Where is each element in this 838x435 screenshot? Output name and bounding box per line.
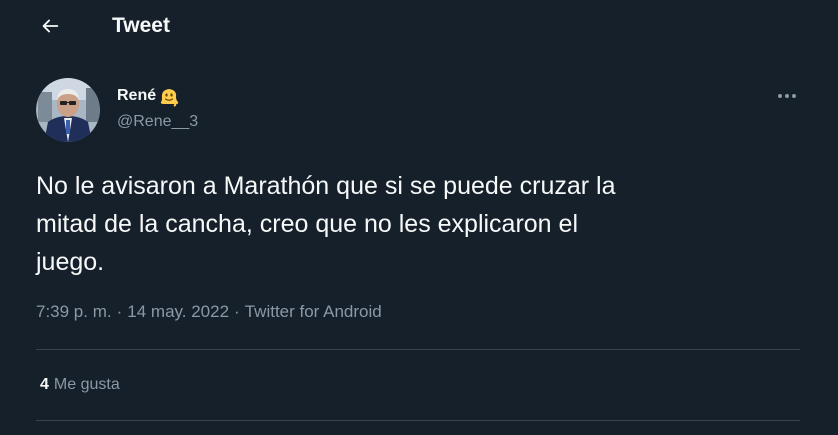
more-options-button[interactable] — [770, 82, 804, 110]
tweet-time[interactable]: 7:39 p. m. — [36, 302, 112, 322]
tweet-text: No le avisaron a Marathón que si se pued… — [36, 172, 616, 276]
tweet-date[interactable]: 14 may. 2022 — [127, 302, 229, 322]
page-title: Tweet — [112, 14, 170, 37]
more-horizontal-icon — [778, 94, 796, 98]
tweet-page: Tweet René @Rene__3 No le avisaron a Mar… — [0, 0, 838, 435]
melting-face-emoji — [160, 89, 179, 107]
back-button[interactable] — [32, 8, 68, 44]
tweet-source[interactable]: Twitter for Android — [245, 302, 382, 322]
arrow-left-icon — [42, 19, 59, 33]
tweet-metadata: 7:39 p. m. · 14 may. 2022 · Twitter for … — [36, 302, 382, 322]
likes-label: Me gusta — [53, 376, 120, 393]
meta-separator: · — [234, 302, 240, 321]
author-name[interactable]: René — [117, 87, 156, 105]
header: Tweet — [0, 0, 838, 53]
likes-count: 4 — [40, 376, 49, 393]
likes-link[interactable]: 4 Me gusta — [40, 376, 120, 394]
author-name-row: René — [117, 84, 181, 108]
avatar[interactable] — [36, 78, 100, 142]
divider — [36, 420, 800, 421]
meta-separator: · — [116, 302, 123, 321]
divider — [36, 349, 800, 350]
author-handle[interactable]: @Rene__3 — [117, 113, 198, 131]
